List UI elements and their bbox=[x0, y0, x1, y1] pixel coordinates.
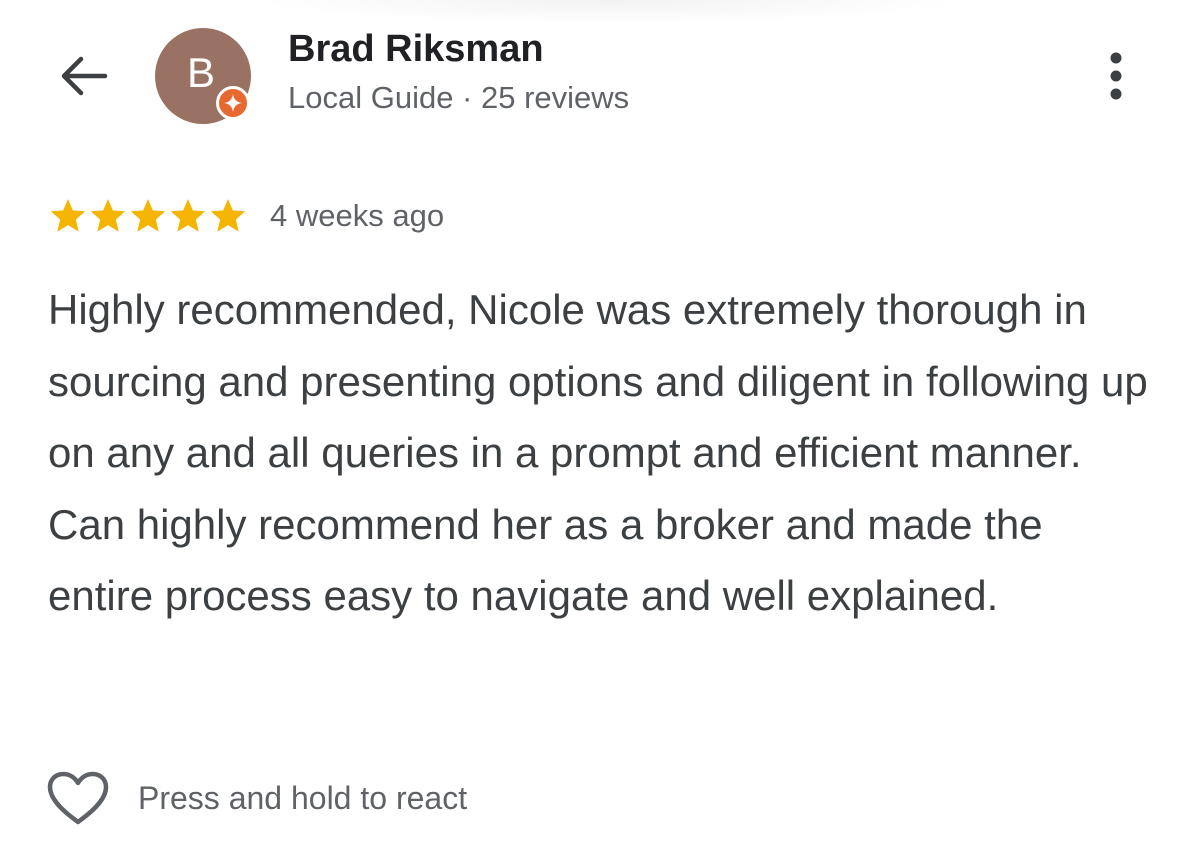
more-options-button[interactable] bbox=[1092, 48, 1140, 104]
react-label: Press and hold to react bbox=[138, 779, 468, 816]
heart-outline-icon bbox=[46, 768, 110, 828]
top-shadow bbox=[250, 0, 970, 24]
star-icon bbox=[90, 199, 126, 232]
star-rating bbox=[48, 196, 248, 236]
rating-row: 4 weeks ago bbox=[48, 190, 444, 242]
star-icon bbox=[210, 199, 246, 232]
review-text: Highly recommended, Nicole was extremely… bbox=[48, 286, 1148, 619]
star-icon bbox=[170, 199, 206, 232]
review-date: 4 weeks ago bbox=[270, 198, 445, 233]
star-icon bbox=[130, 199, 166, 232]
review-page: B Brad Riksman Local Guide · 25 reviews … bbox=[0, 0, 1200, 857]
reviewer-meta: Local Guide · 25 reviews bbox=[288, 80, 630, 115]
local-guide-badge bbox=[216, 86, 250, 120]
local-guide-star-icon bbox=[224, 94, 242, 112]
avatar-letter: B bbox=[186, 49, 215, 96]
react-button[interactable]: Press and hold to react bbox=[46, 768, 467, 828]
star-icon bbox=[50, 199, 86, 232]
back-button[interactable] bbox=[52, 48, 114, 104]
arrow-left-icon bbox=[61, 56, 108, 96]
reviewer-name[interactable]: Brad Riksman bbox=[288, 28, 544, 71]
more-vertical-icon bbox=[1110, 52, 1122, 100]
